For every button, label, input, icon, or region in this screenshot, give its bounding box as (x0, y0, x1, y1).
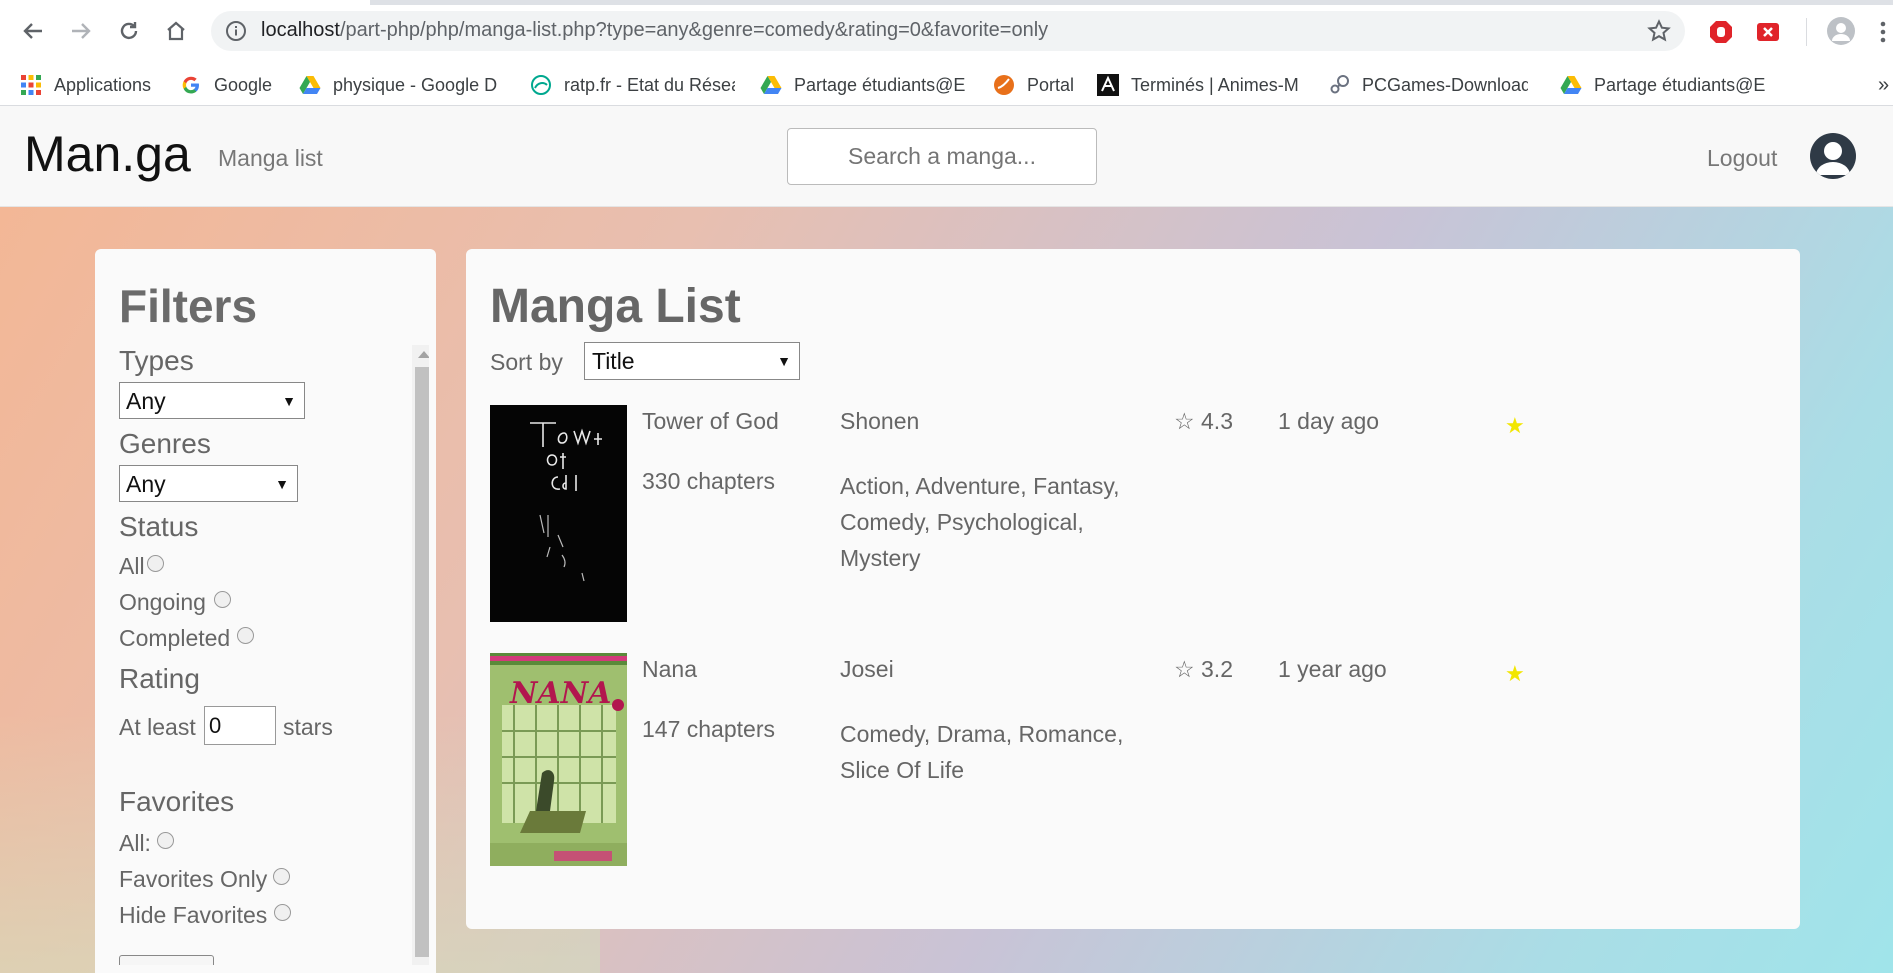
favorite-star-icon[interactable]: ★ (1505, 661, 1525, 687)
ratp-icon (531, 75, 551, 95)
svg-text:NANA: NANA (509, 676, 611, 711)
manga-genres: Action, Adventure, Fantasy, Comedy, Psyc… (840, 473, 1120, 571)
dropdown-arrow-icon: ▼ (777, 353, 791, 369)
apply-filters-button[interactable] (119, 955, 214, 965)
dropdown-arrow-icon: ▼ (275, 476, 289, 492)
manga-list-panel: Manga List Sort by Title ▼ Tower of God 3… (466, 249, 1800, 929)
bookmark-physique[interactable]: physique - Google D (299, 70, 499, 100)
manga-type: Josei (840, 656, 894, 682)
favorites-only-radio[interactable] (273, 868, 290, 885)
adblock-hand-icon[interactable] (1709, 20, 1733, 44)
site-navbar: Man.ga Manga list Logout (0, 106, 1893, 207)
apps-grid-icon (21, 75, 41, 95)
bookmarks-bar: Applications Google physique - Google D … (0, 64, 1893, 106)
bookmark-pcgames[interactable]: PCGames-Download (1328, 70, 1528, 100)
sort-select[interactable]: Title ▼ (584, 342, 800, 380)
site-brand[interactable]: Man.ga (24, 125, 191, 183)
scrollbar-thumb[interactable] (415, 367, 429, 957)
rating-prefix: At least (119, 714, 196, 740)
filters-title: Filters (119, 280, 258, 332)
status-completed-radio[interactable] (237, 627, 254, 644)
favorites-label: Favorites (119, 786, 235, 817)
page: Man.ga Manga list Logout Filters Types A… (0, 106, 1893, 973)
bookmark-applications[interactable]: Applications (20, 70, 151, 100)
manga-title[interactable]: Nana (642, 656, 697, 683)
manga-chapters: 147 chapters (642, 716, 775, 742)
status-option-ongoing: Ongoing (119, 589, 206, 615)
favorites-hide-radio[interactable] (274, 904, 291, 921)
manga-updated: 1 day ago (1278, 408, 1380, 434)
favorites-option-only: Favorites Only (119, 866, 268, 892)
search-input[interactable] (787, 128, 1097, 185)
rating-input[interactable]: 0 (204, 706, 276, 745)
steam-icon (1330, 75, 1349, 94)
bookmark-google[interactable]: Google (180, 70, 272, 100)
portal-icon (994, 75, 1014, 95)
browser-toolbar: localhost/part-php/php/manga-list.php?ty… (0, 0, 1893, 64)
profile-icon[interactable] (1826, 16, 1856, 46)
bookmark-partage-2[interactable]: Partage étudiants@E (1560, 70, 1766, 100)
favorites-option-all: All: (119, 830, 151, 856)
address-bar[interactable]: localhost/part-php/php/manga-list.php?ty… (211, 11, 1685, 51)
google-icon (182, 76, 199, 94)
avatar[interactable] (1810, 133, 1856, 179)
nav-link-manga-list[interactable]: Manga list (218, 145, 323, 172)
manga-rating: ☆ 3.2 (1174, 656, 1233, 682)
info-icon[interactable] (225, 20, 247, 42)
rating-suffix: stars (283, 714, 333, 740)
url-text[interactable]: localhost/part-php/php/manga-list.php?ty… (261, 19, 1048, 42)
filters-panel: Filters Types Any ▼ Genres Any ▼ Status Al… (95, 249, 436, 973)
manga-title[interactable]: Tower of God (642, 408, 779, 435)
manga-updated: 1 year ago (1278, 656, 1387, 682)
page-title: Manga List (490, 280, 741, 333)
close-extension-icon[interactable] (1756, 20, 1780, 44)
types-select[interactable]: Any ▼ (119, 382, 305, 419)
logout-link[interactable]: Logout (1707, 145, 1777, 172)
manga-chapters: 330 chapters (642, 468, 775, 494)
animes-icon (1097, 74, 1119, 96)
status-option-completed: Completed (119, 625, 231, 651)
manga-cover-image[interactable]: NANA (490, 653, 627, 866)
manga-type: Shonen (840, 408, 920, 434)
status-ongoing-radio[interactable] (214, 591, 231, 608)
status-all-radio[interactable] (147, 555, 164, 572)
scroll-up-arrow-icon[interactable] (418, 351, 429, 358)
forward-icon[interactable] (64, 14, 98, 48)
home-icon[interactable] (159, 14, 193, 48)
menu-dots-icon[interactable] (1878, 20, 1888, 44)
rating-label: Rating (119, 663, 200, 694)
favorite-star-icon[interactable]: ★ (1505, 413, 1525, 439)
drive-icon (299, 76, 321, 94)
bookmark-portal[interactable]: Portal (993, 70, 1074, 100)
genres-label: Genres (119, 428, 211, 459)
manga-rating: ☆ 4.3 (1174, 408, 1233, 434)
bookmarks-overflow-button[interactable]: » (1878, 70, 1889, 100)
back-icon[interactable] (16, 14, 50, 48)
bookmark-star-icon[interactable] (1647, 19, 1671, 43)
manga-row[interactable]: Tower of God 330 chapters Shonen Action,… (490, 405, 1690, 622)
user-avatar-icon (1816, 142, 1850, 175)
bookmark-ratp[interactable]: ratp.fr - Etat du Résea (530, 70, 735, 100)
status-label: Status (119, 511, 199, 542)
manga-row[interactable]: NANA Nana 147 chapters Josei Comedy, Dra… (490, 653, 1690, 866)
favorites-all-radio[interactable] (157, 832, 174, 849)
manga-genres: Comedy, Drama, Romance, Slice Of Life (840, 721, 1124, 783)
tab-strip (0, 0, 1893, 5)
genres-select[interactable]: Any ▼ (119, 465, 298, 502)
favorites-option-hide: Hide Favorites (119, 902, 268, 928)
drive-icon (760, 76, 782, 94)
reload-icon[interactable] (112, 14, 146, 48)
filters-scrollbar[interactable] (412, 345, 429, 965)
bookmark-partage-1[interactable]: Partage étudiants@E (760, 70, 966, 100)
dropdown-arrow-icon: ▼ (282, 393, 296, 409)
status-option-all: All (119, 553, 145, 579)
manga-cover-image[interactable] (490, 405, 627, 622)
sort-label: Sort by (490, 349, 563, 375)
types-label: Types (119, 345, 194, 376)
filters-scroll-area: Types Any ▼ Genres Any ▼ Status All Ongoin… (119, 345, 429, 965)
drive-icon (1560, 76, 1582, 94)
bookmark-animes[interactable]: Terminés | Animes-M (1097, 70, 1302, 100)
